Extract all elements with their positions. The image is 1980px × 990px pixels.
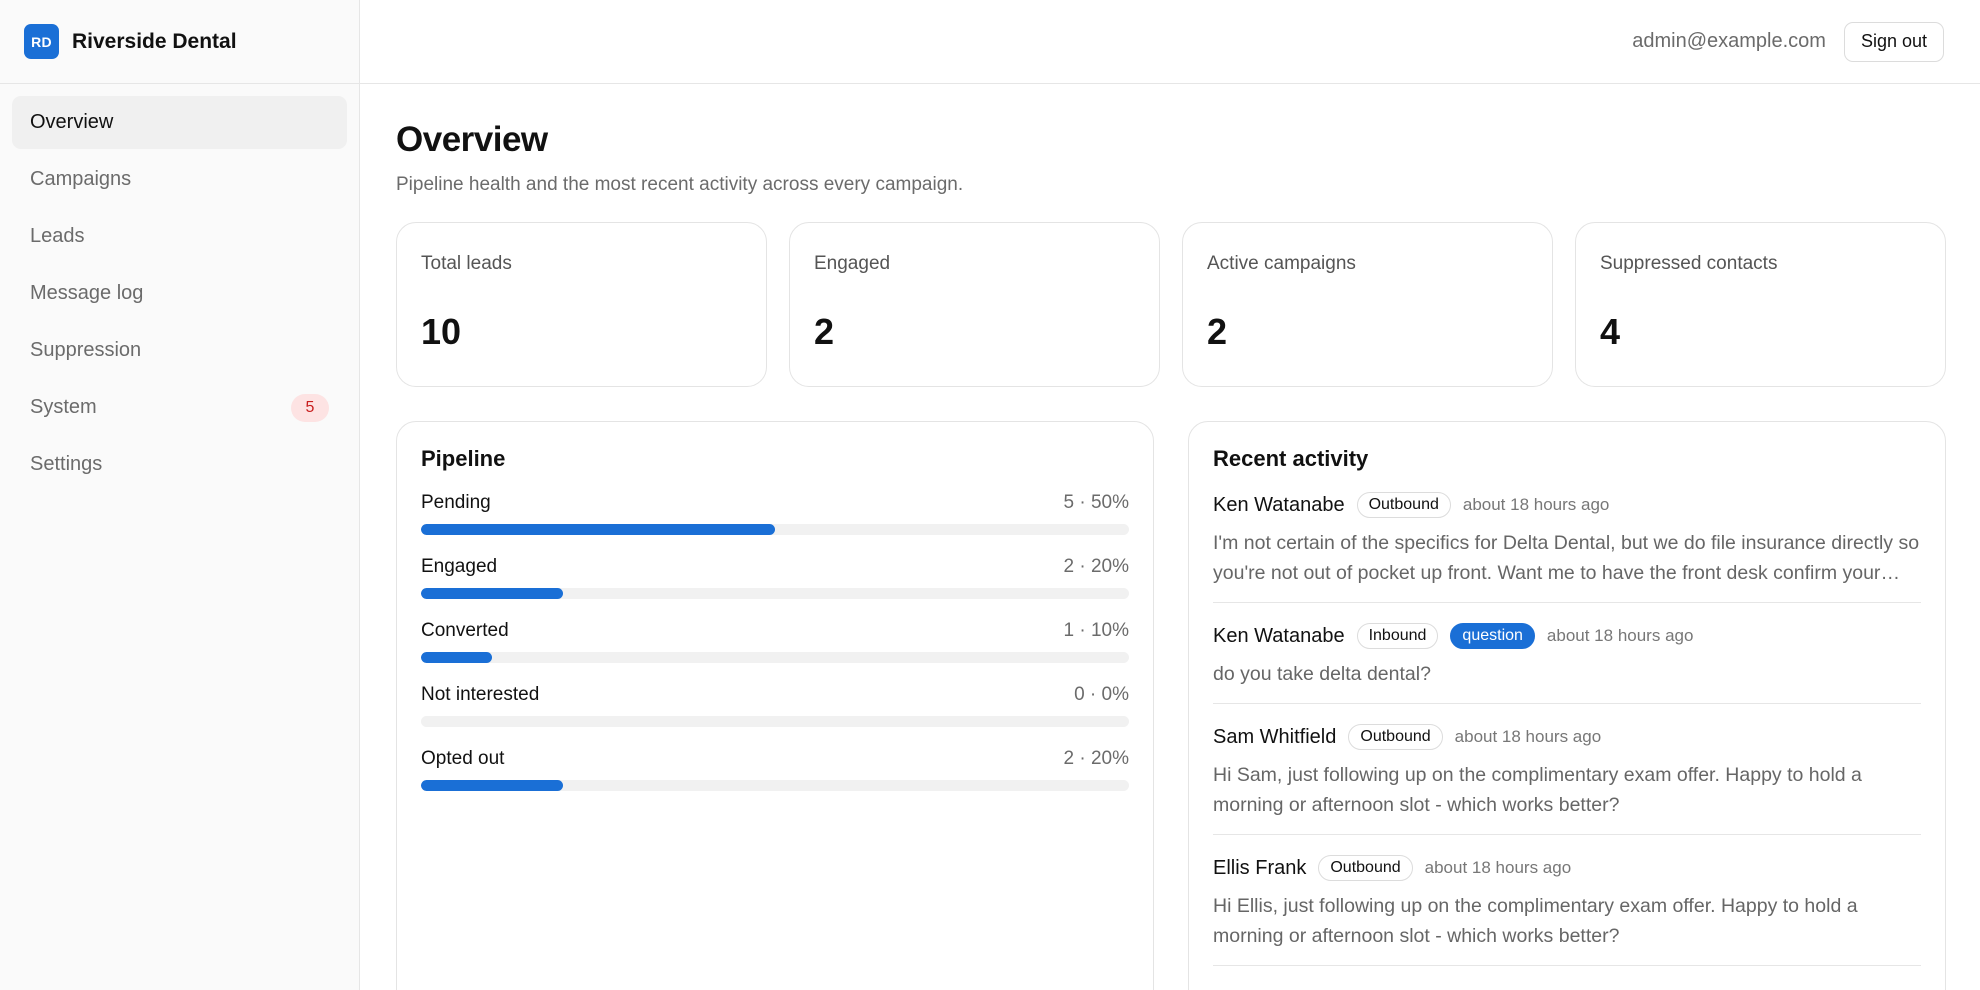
activity-list: Ken Watanabe Outbound about 18 hours ago… (1213, 492, 1921, 966)
message-preview: Hi Sam, just following up on the complim… (1213, 764, 1862, 816)
stat-card-active-campaigns: Active campaigns 2 (1182, 222, 1553, 387)
pipeline-stage-value: 2 · 20% (1063, 748, 1129, 769)
pipeline-stage-label: Not interested (421, 684, 540, 705)
pipeline-panel: Pipeline Pending 5 · 50% Engaged 2 · 20% (396, 421, 1154, 990)
sidebar-item-label: Campaigns (30, 168, 132, 190)
stat-card-engaged: Engaged 2 (789, 222, 1160, 387)
sidebar: RD Riverside Dental Overview Campaigns L… (0, 0, 360, 990)
panels: Pipeline Pending 5 · 50% Engaged 2 · 20% (396, 421, 1946, 990)
pipeline-stage-label: Converted (421, 620, 509, 641)
sidebar-item-system[interactable]: System 5 (12, 381, 347, 434)
direction-tag: Outbound (1356, 492, 1451, 518)
direction-tag: Inbound (1356, 623, 1439, 649)
pipeline-list: Pending 5 · 50% Engaged 2 · 20% Converte… (421, 492, 1129, 791)
activity-item[interactable]: Ellis Frank Outbound about 18 hours ago … (1213, 855, 1921, 966)
page-subtitle: Pipeline health and the most recent acti… (396, 174, 964, 195)
pipeline-stage-label: Engaged (421, 556, 498, 577)
sidebar-item-suppression[interactable]: Suppression (12, 324, 347, 377)
sidebar-item-label: Settings (30, 453, 103, 475)
sidebar-item-message-log[interactable]: Message log (12, 267, 347, 320)
sidebar-item-leads[interactable]: Leads (12, 210, 347, 263)
progress-track (421, 588, 1129, 599)
activity-item[interactable]: Ken Watanabe Inbound question about 18 h… (1213, 623, 1921, 704)
pipeline-stage-label: Opted out (421, 748, 505, 769)
pipeline-stage-value: 2 · 20% (1063, 556, 1129, 577)
progress-fill (421, 652, 492, 663)
direction-tag: Outbound (1318, 855, 1413, 881)
stat-label: Engaged (814, 253, 891, 274)
pipeline-row: Converted 1 · 10% (421, 620, 1129, 663)
page-title: Overview (396, 120, 548, 159)
user-email: admin@example.com (1632, 30, 1826, 52)
sidebar-item-campaigns[interactable]: Campaigns (12, 153, 347, 206)
sidebar-item-overview[interactable]: Overview (12, 96, 347, 149)
stat-label: Active campaigns (1207, 253, 1356, 274)
pipeline-row: Engaged 2 · 20% (421, 556, 1129, 599)
stat-value: 2 (1207, 311, 1228, 352)
timestamp: about 18 hours ago (1454, 727, 1602, 746)
timestamp: about 18 hours ago (1462, 495, 1610, 514)
sidebar-item-label: Leads (30, 225, 85, 247)
timestamp: about 18 hours ago (1546, 626, 1694, 645)
panel-title: Pipeline (421, 446, 506, 471)
sidebar-item-label: Overview (30, 111, 114, 133)
brand-name: Riverside Dental (72, 29, 237, 53)
stat-cards: Total leads 10 Engaged 2 Active campaign… (396, 222, 1946, 387)
pipeline-row: Not interested 0 · 0% (421, 684, 1129, 727)
topbar: admin@example.com Sign out (360, 0, 1980, 84)
stat-card-total-leads: Total leads 10 (396, 222, 767, 387)
contact-name: Sam Whitfield (1213, 725, 1337, 748)
progress-fill (421, 524, 775, 535)
pipeline-row: Pending 5 · 50% (421, 492, 1129, 535)
activity-item[interactable]: Ken Watanabe Outbound about 18 hours ago… (1213, 492, 1921, 603)
stat-value: 2 (814, 311, 835, 352)
timestamp: about 18 hours ago (1424, 858, 1572, 877)
direction-tag: Outbound (1348, 724, 1443, 750)
stat-label: Suppressed contacts (1600, 253, 1778, 274)
stat-card-suppressed-contacts: Suppressed contacts 4 (1575, 222, 1946, 387)
sidebar-nav: Overview Campaigns Leads Message log Sup… (0, 84, 359, 491)
progress-fill (421, 588, 563, 599)
stat-value: 10 (421, 311, 462, 352)
sidebar-item-label: Suppression (30, 339, 142, 361)
intent-tag: question (1450, 623, 1535, 649)
pipeline-row: Opted out 2 · 20% (421, 748, 1129, 791)
contact-name: Ken Watanabe (1213, 493, 1345, 516)
main-content: Overview Pipeline health and the most re… (396, 84, 1946, 990)
pipeline-stage-value: 0 · 0% (1074, 684, 1129, 705)
progress-track (421, 780, 1129, 791)
sidebar-item-label: Message log (30, 282, 144, 304)
recent-activity-panel: Recent activity Ken Watanabe Outbound ab… (1188, 421, 1946, 990)
sidebar-item-settings[interactable]: Settings (12, 438, 347, 491)
message-preview: Hi Ellis, just following up on the compl… (1213, 895, 1858, 947)
panel-title: Recent activity (1213, 446, 1369, 471)
message-preview: do you take delta dental? (1213, 663, 1431, 685)
progress-track (421, 652, 1129, 663)
pipeline-stage-value: 1 · 10% (1063, 620, 1129, 641)
contact-name: Ellis Frank (1213, 856, 1307, 879)
message-preview: I'm not certain of the specifics for Del… (1213, 532, 1920, 584)
pipeline-stage-value: 5 · 50% (1063, 492, 1129, 513)
sign-out-button[interactable]: Sign out (1843, 21, 1944, 62)
sidebar-item-label: System (30, 396, 97, 418)
progress-fill (421, 780, 563, 791)
brand[interactable]: RD Riverside Dental (0, 0, 359, 84)
brand-logo: RD (24, 24, 59, 59)
stat-value: 4 (1600, 311, 1621, 352)
notification-badge: 5 (291, 393, 329, 422)
pipeline-stage-label: Pending (421, 492, 491, 513)
contact-name: Ken Watanabe (1213, 624, 1345, 647)
progress-track (421, 524, 1129, 535)
activity-item[interactable]: Sam Whitfield Outbound about 18 hours ag… (1213, 724, 1921, 835)
progress-track (421, 716, 1129, 727)
stat-label: Total leads (421, 253, 512, 274)
